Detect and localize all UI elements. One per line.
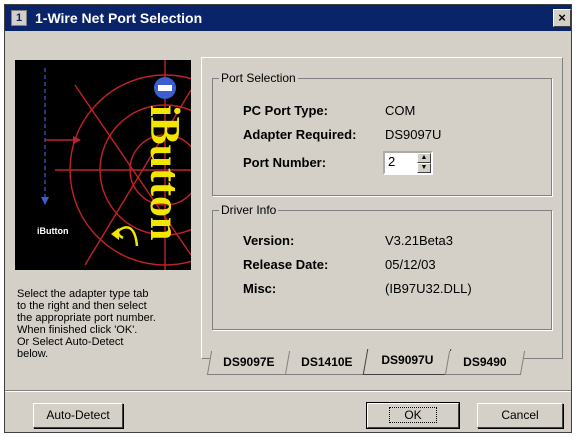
ibutton-logo: iButton iButton — [15, 60, 191, 270]
version-label: Version: — [243, 233, 295, 248]
pc-port-type-label: PC Port Type: — [243, 103, 328, 118]
cancel-button[interactable]: Cancel — [477, 403, 563, 428]
tab-label: DS9097E — [223, 355, 275, 369]
driver-info-group: Driver Info Version: V3.21Beta3 Release … — [212, 203, 552, 330]
instruction-line: When finished click 'OK'. — [17, 324, 138, 336]
logo-brand-text: iButton — [141, 105, 187, 240]
release-date-label: Release Date: — [243, 257, 329, 272]
spin-up-icon[interactable]: ▲ — [417, 153, 431, 163]
version-value: V3.21Beta3 — [385, 233, 453, 248]
logo-small-text: iButton — [37, 226, 69, 236]
instruction-line: Or Select Auto-Detect — [17, 336, 124, 348]
port-selection-title: Port Selection — [219, 71, 298, 85]
dialog-window: 1 1-Wire Net Port Selection × iButton iB… — [4, 4, 572, 433]
title-bar[interactable]: 1 1-Wire Net Port Selection × — [5, 5, 571, 31]
ok-button[interactable]: OK — [366, 402, 460, 429]
tab-ds9097e[interactable]: DS9097E — [206, 351, 292, 375]
instruction-line: below. — [17, 348, 49, 360]
port-number-value[interactable]: 2 — [388, 154, 395, 169]
instruction-line: the appropriate port number. — [17, 312, 156, 324]
spin-down-icon[interactable]: ▼ — [417, 163, 431, 173]
misc-value: (IB97U32.DLL) — [385, 281, 472, 296]
pc-port-type-value: COM — [385, 103, 416, 118]
tab-ds1410e[interactable]: DS1410E — [284, 351, 370, 375]
instruction-line: to the right and then select — [17, 300, 147, 312]
app-icon: 1 — [11, 10, 27, 26]
port-number-label: Port Number: — [243, 155, 327, 170]
tab-ds9490[interactable]: DS9490 — [444, 351, 526, 375]
instruction-line: Select the adapter type tab — [17, 288, 149, 300]
auto-detect-button[interactable]: Auto-Detect — [33, 403, 123, 428]
tab-label: DS9490 — [463, 355, 507, 369]
driver-info-title: Driver Info — [219, 203, 279, 217]
adapter-required-label: Adapter Required: — [243, 127, 357, 142]
tab-content-pane: Port Selection PC Port Type: COM Adapter… — [201, 57, 563, 359]
port-number-stepper[interactable]: 2 ▲ ▼ — [383, 151, 433, 175]
tab-label: DS1410E — [301, 355, 353, 369]
release-date-value: 05/12/03 — [385, 257, 436, 272]
logo-graphic: iButton iButton — [15, 60, 191, 270]
port-selection-group: Port Selection PC Port Type: COM Adapter… — [212, 71, 552, 196]
instruction-text: Select the adapter type tab to the right… — [17, 288, 202, 360]
ok-button-label: OK — [389, 407, 437, 423]
separator-line — [5, 390, 571, 392]
tab-ds9097u[interactable]: DS9097U — [362, 349, 452, 375]
close-button[interactable]: × — [553, 9, 571, 27]
adapter-required-value: DS9097U — [385, 127, 442, 142]
misc-label: Misc: — [243, 281, 277, 296]
window-title: 1-Wire Net Port Selection — [35, 10, 203, 26]
tab-label: DS9097U — [381, 353, 434, 367]
